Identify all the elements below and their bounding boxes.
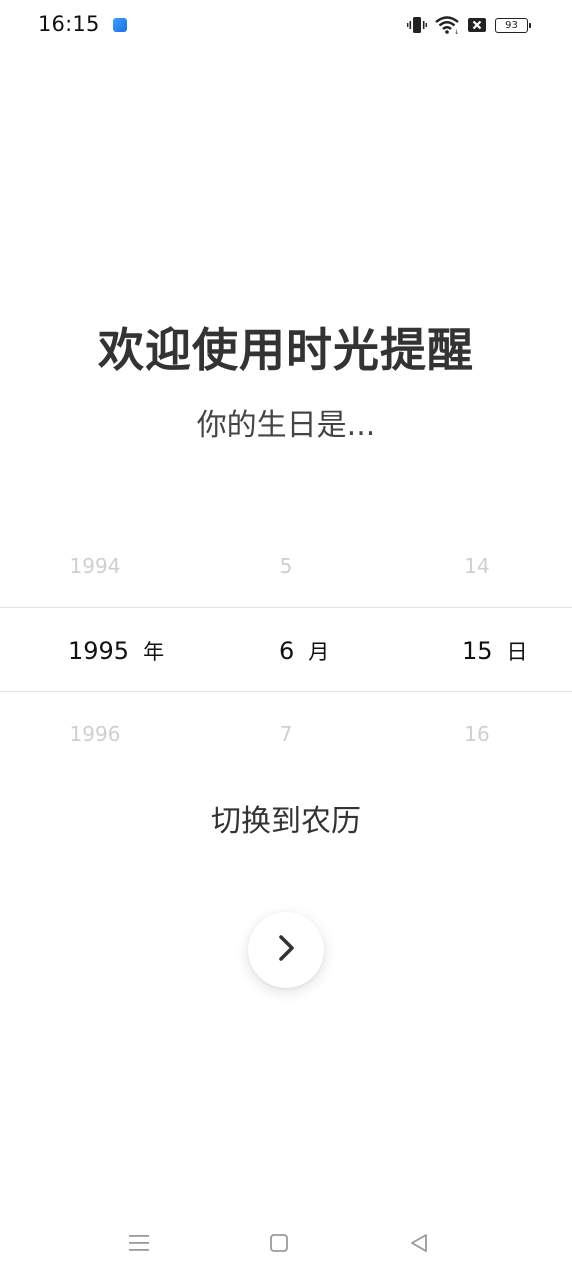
month-next-option[interactable]: 7 [236,722,336,746]
day-wheel[interactable]: 14 15 日 16 [432,530,528,770]
month-prev-option[interactable]: 5 [236,554,336,578]
back-button[interactable] [406,1232,432,1258]
day-selected-value: 15 [462,637,493,665]
status-icons: ↓ 93 [407,14,531,36]
chevron-right-icon [271,933,301,967]
month-wheel[interactable]: 5 6月 7 [236,530,336,770]
back-icon [408,1232,430,1258]
status-bar: 16:15 ↓ 93 [0,0,572,50]
day-unit-label: 日 [506,640,528,664]
app-notification-icon [113,18,127,32]
wifi-icon: ↓ [435,15,459,35]
day-next-option[interactable]: 16 [432,722,522,746]
year-selected-value: 1995 [68,637,130,665]
next-button[interactable] [248,912,324,988]
year-prev-option[interactable]: 1994 [40,554,150,578]
year-wheel[interactable]: 1994 1995 年 1996 [40,530,164,770]
home-button[interactable] [266,1232,292,1258]
birthday-date-picker[interactable]: 1994 1995 年 1996 5 6月 7 14 15 日 16 [0,530,572,770]
battery-icon: 93 [495,17,531,33]
day-prev-option[interactable]: 14 [432,554,522,578]
switch-to-lunar-button[interactable]: 切换到农历 [0,796,572,840]
page-title: 欢迎使用时光提醒 [98,323,474,377]
year-unit-label: 年 [143,640,165,664]
menu-icon [127,1232,151,1258]
page-subtitle: 你的生日是... [196,408,376,443]
status-time: 16:15 [38,12,100,36]
vibrate-icon [407,15,427,35]
year-selected[interactable]: 1995 年 [68,636,164,666]
month-unit-label: 月 [308,640,330,664]
sim-disabled-icon [467,16,487,34]
svg-text:↓: ↓ [454,29,459,35]
year-next-option[interactable]: 1996 [40,722,150,746]
recent-apps-button[interactable] [126,1232,152,1258]
month-selected[interactable]: 6月 [279,636,329,666]
month-selected-value: 6 [279,637,295,665]
system-nav-bar [0,1220,572,1270]
day-selected[interactable]: 15 日 [462,636,528,666]
home-icon [268,1232,290,1258]
